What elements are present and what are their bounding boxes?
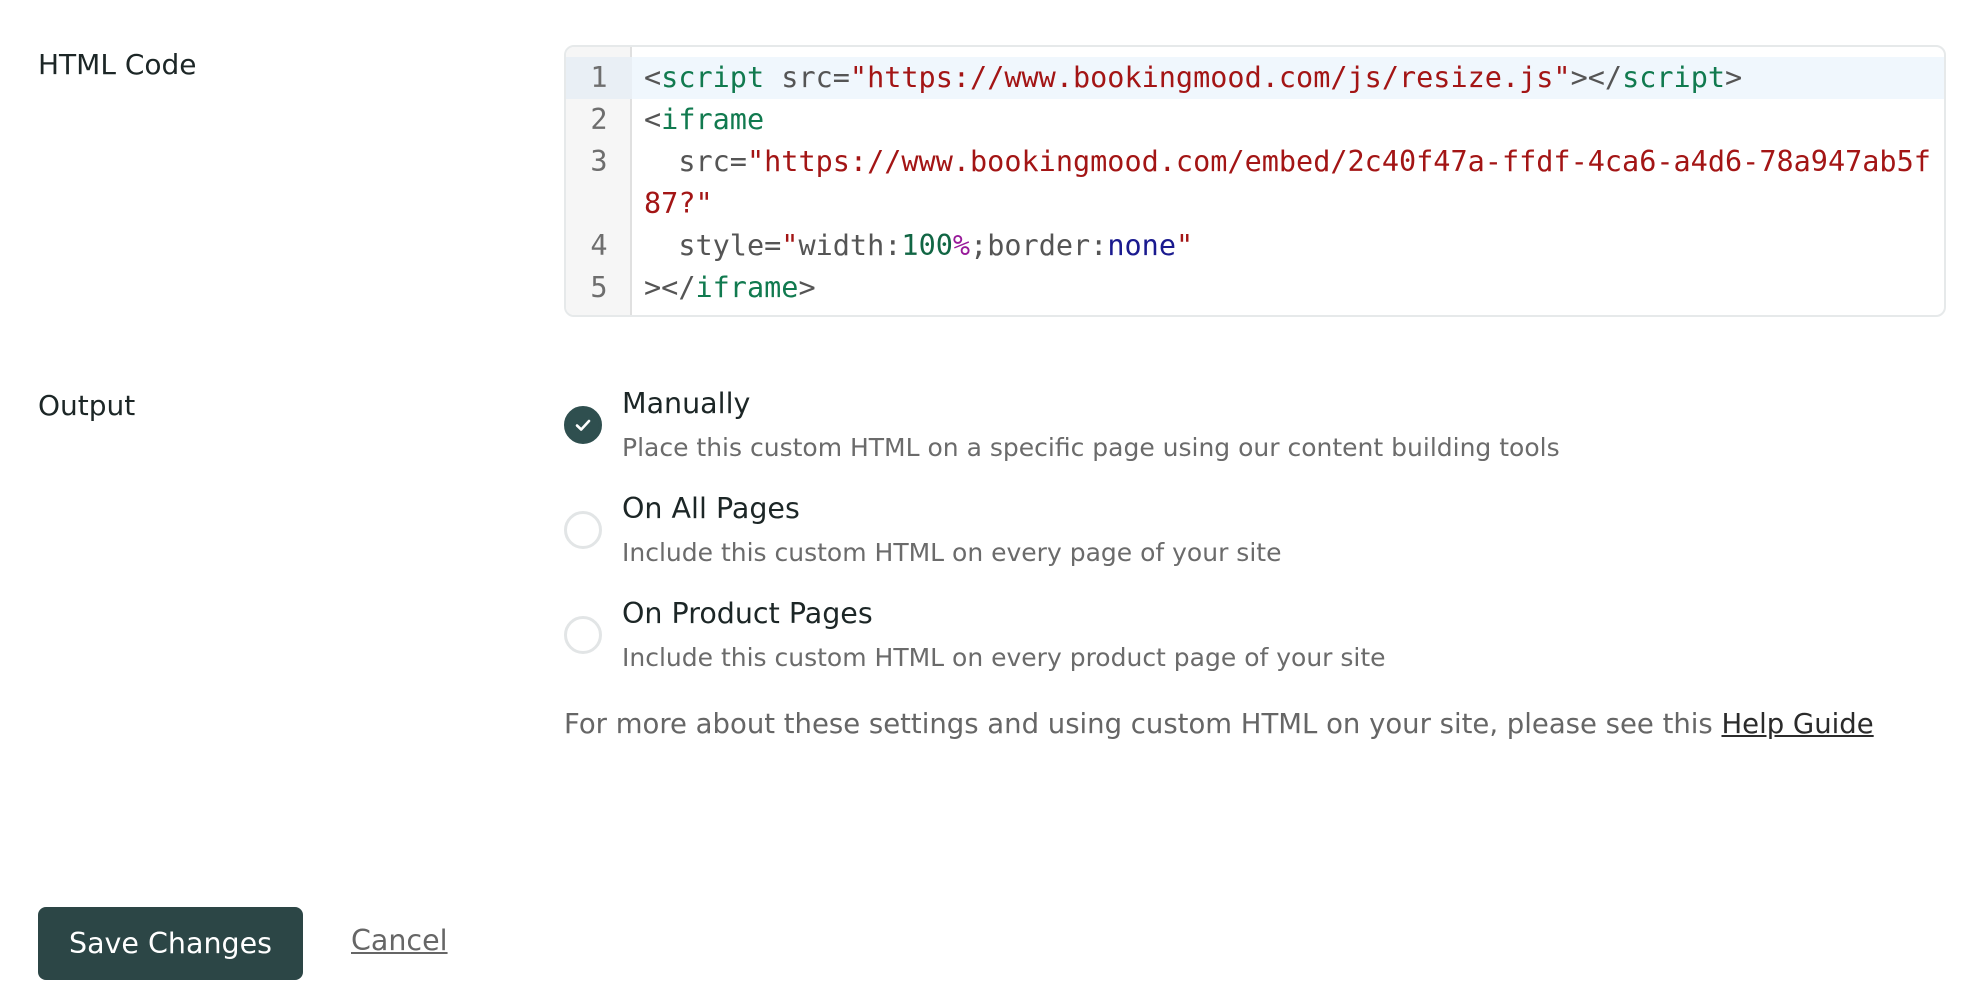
radio-product-pages[interactable] <box>564 616 602 654</box>
html-code-editor[interactable]: 1 <script src="https://www.bookingmood.c… <box>564 45 1946 317</box>
output-label: Output <box>38 389 136 422</box>
check-icon <box>575 419 591 431</box>
custom-html-settings-form: HTML Code 1 <script src="https://www.boo… <box>0 0 1974 992</box>
code-token: < <box>644 103 662 136</box>
code-line[interactable]: 3 src="https://www.bookingmood.com/embed… <box>566 141 1944 225</box>
code-token: iframe <box>695 271 799 304</box>
code-token: "https://www.bookingmood.com/js/resize.j… <box>849 61 1571 94</box>
code-token: ;border: <box>970 229 1108 262</box>
code-token: ></ <box>644 271 696 304</box>
line-number: 2 <box>590 103 608 136</box>
html-code-label: HTML Code <box>38 48 197 81</box>
code-line-text[interactable]: <script src="https://www.bookingmood.com… <box>632 57 1932 99</box>
code-token: 100 <box>901 229 953 262</box>
code-line[interactable]: 2 <iframe <box>566 99 1944 141</box>
cancel-link[interactable]: Cancel <box>351 924 448 957</box>
option-title: On All Pages <box>622 492 800 525</box>
code-token: " <box>781 229 799 262</box>
code-line[interactable]: 5 ></iframe> <box>566 267 1944 309</box>
save-changes-button[interactable]: Save Changes <box>38 907 303 980</box>
code-line-text[interactable]: src="https://www.bookingmood.com/embed/2… <box>632 141 1932 225</box>
code-token: iframe <box>661 103 765 136</box>
help-guide-link[interactable]: Help Guide <box>1721 708 1873 740</box>
code-line-text[interactable]: style="width:100%;border:none" <box>632 225 1932 267</box>
code-token: script <box>1622 61 1726 94</box>
help-text-body: For more about these settings and using … <box>564 708 1722 740</box>
code-token: style= <box>644 229 782 262</box>
code-line[interactable]: 4 style="width:100%;border:none" <box>566 225 1944 267</box>
code-token: " <box>1175 229 1194 262</box>
output-option-manually[interactable]: Manually Place this custom HTML on a spe… <box>564 384 1560 468</box>
output-option-all-pages[interactable]: On All Pages Include this custom HTML on… <box>564 489 1281 573</box>
code-token: > <box>1725 61 1743 94</box>
option-title: Manually <box>622 387 751 420</box>
help-text: For more about these settings and using … <box>564 704 1874 744</box>
output-option-product-pages[interactable]: On Product Pages Include this custom HTM… <box>564 594 1386 678</box>
line-number: 4 <box>590 229 608 262</box>
option-description: Include this custom HTML on every produc… <box>622 643 1386 672</box>
code-token: width: <box>798 229 902 262</box>
code-line-text[interactable]: <iframe <box>632 99 1932 141</box>
code-token: > <box>798 271 816 304</box>
code-token: ></ <box>1570 61 1623 94</box>
line-number: 1 <box>566 57 632 99</box>
line-number: 5 <box>590 271 608 304</box>
option-description: Include this custom HTML on every page o… <box>622 538 1282 567</box>
code-token: % <box>952 229 971 262</box>
code-line-text[interactable]: ></iframe> <box>632 267 1932 309</box>
radio-manually[interactable] <box>564 406 602 444</box>
code-token: src= <box>764 61 850 94</box>
code-line[interactable]: 1 <script src="https://www.bookingmood.c… <box>566 57 1944 99</box>
code-token: < <box>644 61 662 94</box>
radio-all-pages[interactable] <box>564 511 602 549</box>
code-token: none <box>1107 229 1176 262</box>
code-token: script <box>661 61 765 94</box>
option-title: On Product Pages <box>622 597 873 630</box>
line-number: 3 <box>590 145 608 178</box>
code-token: src= <box>644 145 747 178</box>
option-description: Place this custom HTML on a specific pag… <box>622 433 1560 462</box>
code-token: "https://www.bookingmood.com/embed/2c40f… <box>644 145 1931 220</box>
